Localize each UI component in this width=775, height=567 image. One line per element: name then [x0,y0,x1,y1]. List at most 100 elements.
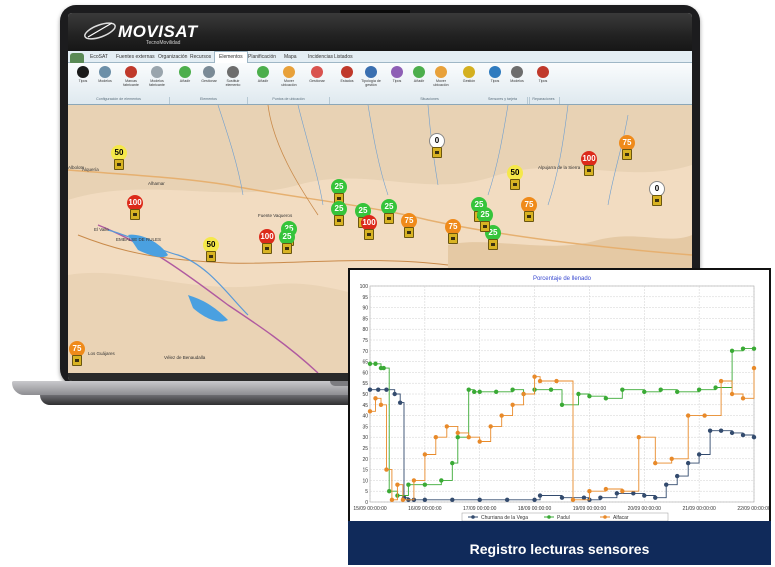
container-icon [432,147,442,158]
ribbon-button-icon [511,66,523,78]
series-point [559,495,565,500]
map-place-label: Alhamar [148,181,165,186]
tab-recursos[interactable]: Recursos [186,52,215,62]
ribbon-button-label: Añadir [257,79,269,83]
series-point [581,495,587,500]
series-point [751,435,757,440]
ribbon-button-gestionar[interactable]: Gestionar [196,65,222,95]
series-point [740,396,746,401]
y-tick-label: 10 [362,478,368,484]
container-icon [480,221,490,232]
ribbon-button-estados[interactable]: Estados [334,65,360,95]
ribbon-button-icon [203,66,215,78]
series-point [488,424,493,429]
series-point [642,493,647,498]
ribbon-button-icon [537,66,549,78]
ribbon-button-label: Gestionar [309,79,325,83]
ribbon-button-modelos-fabricante[interactable]: Modelos fabricante [144,65,170,95]
map-place-label: Vélez de Benaudalla [164,355,206,360]
series-point [620,387,625,392]
ribbon-button-icon [365,66,377,78]
series-point [603,486,609,492]
y-tick-label: 50 [362,392,368,398]
series-point [367,361,373,366]
series-point [620,489,625,494]
tab-elementos[interactable]: Elementos [214,51,248,63]
ribbon-button-mover-ubicación[interactable]: Mover ubicación [428,65,454,95]
series-point [477,497,482,503]
ribbon-button-añadir[interactable]: Añadir [250,65,276,95]
ribbon-button-icon [391,66,403,78]
series-point [751,346,757,351]
series-point [499,413,504,418]
ribbon-button-icon [227,66,239,78]
ribbon-button-icon [341,66,353,78]
series-point [653,495,658,500]
series-point [411,478,417,483]
series-point [450,460,455,466]
series-point [729,391,735,397]
ribbon-button-añadir[interactable]: Añadir [172,65,198,95]
series-point [718,428,724,433]
series-point [537,493,543,498]
container-icon [262,243,272,254]
ribbon-button-sustituir-elemento[interactable]: Sustituir elemento [220,65,246,95]
y-tick-label: 80 [362,327,368,333]
container-icon [404,227,414,238]
series-point [422,497,428,503]
ribbon-button-modelos[interactable]: Modelos [92,65,118,95]
x-tick-label: 20/09 00:00:00 [628,506,662,512]
ribbon-button-tipología-de-gestión[interactable]: Tipología de gestión [358,65,384,95]
ribbon-group-label: Reparaciones [528,97,560,104]
ribbon-button-mover-ubicación[interactable]: Mover ubicación [276,65,302,95]
ribbon-button-icon [413,66,425,78]
ribbon-button-label: Estados [340,79,354,83]
ribbon-button-label: Añadir [179,79,191,83]
series-point [675,473,680,479]
ribbon-button-label: Modelos [98,79,112,83]
caption-bar: Registro lecturas sensores [348,521,771,565]
tab-ecosat[interactable]: EcoSAT [86,52,112,62]
y-tick-label: 85 [362,316,368,322]
container-icon [510,179,520,190]
tab-fuentes-externas[interactable]: Fuentes externas [112,52,159,62]
ribbon-toolbar: Tipos Modelos Marcas fabricante Modelos fab… [68,63,692,105]
tab-listados[interactable]: Listados [330,52,357,62]
series-point [439,478,444,483]
series-point [493,389,499,395]
ribbon-button-gestión[interactable]: Gestión [456,65,482,95]
series-point [598,495,603,500]
chart-title: Porcentaje de llenado [533,276,592,282]
tab-planificación[interactable]: Planificación [244,52,280,62]
series-point [675,389,680,395]
ribbon-button-marcas-fabricante[interactable]: Marcas fabricante [118,65,144,95]
ribbon-button-modelos[interactable]: Modelos [504,65,530,95]
series-point [400,497,406,503]
ribbon-button-gestionar[interactable]: Gestionar [304,65,330,95]
series-point [384,387,389,392]
series-point [510,387,515,392]
series-point [472,389,477,395]
ribbon-button-tipos[interactable]: Tipos [530,65,556,95]
series-point [713,385,718,390]
series-point [559,402,565,407]
ribbon-button-label: Mover ubicación [281,79,297,87]
composite-visual: MOVISAT TecnoMovilidad EcoSAT Fuentes ext… [0,0,775,567]
series-point [664,482,669,487]
series-point [373,396,378,401]
tab-mapa[interactable]: Mapa [280,52,301,62]
container-icon [448,233,458,244]
container-icon [488,239,498,250]
ribbon-group-label: Puntos de ubicación [248,97,330,104]
ribbon-button-label: Sustituir elemento [225,79,241,87]
ribbon-button-icon [99,66,111,78]
series-point [521,391,526,397]
series-point [378,402,384,407]
series-point [367,387,373,392]
map-place-label: Fuente Vaqueros [258,213,293,218]
series-point [376,387,381,392]
series-point [406,482,411,487]
series-point [504,497,510,503]
container-icon [282,243,292,254]
map-place-label: Los Guájares [88,351,115,356]
